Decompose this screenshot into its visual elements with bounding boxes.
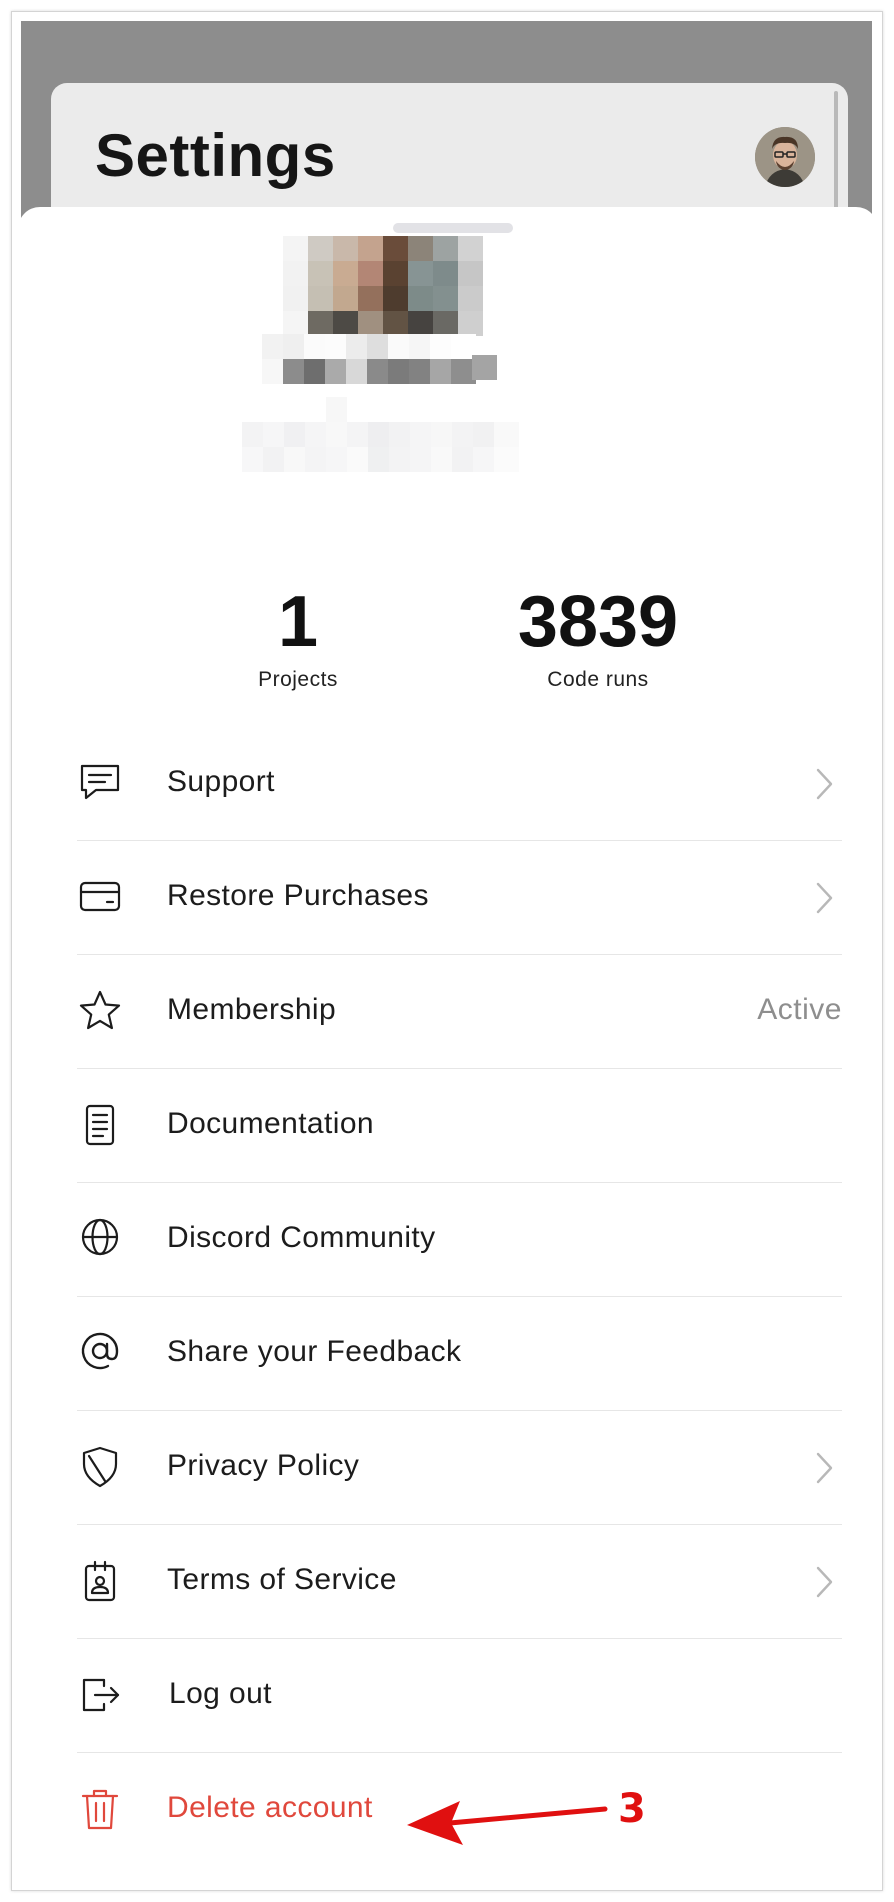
profile-name [262, 334, 476, 384]
profile-email [242, 397, 519, 472]
chevron-right-icon [810, 765, 838, 803]
shield-icon [77, 1444, 123, 1490]
code-runs-label: Code runs [547, 668, 649, 691]
profile-stats: 1 Projects 3839 Code runs [18, 582, 878, 692]
menu-item-documentation[interactable]: Documentation [77, 1069, 842, 1183]
menu-item-label: Terms of Service [167, 1563, 397, 1596]
star-icon [77, 988, 123, 1034]
chevron-right-icon [810, 1563, 838, 1601]
annotation-step-number: 3 [618, 1786, 646, 1832]
menu-item-terms-of-service[interactable]: Terms of Service [77, 1525, 842, 1639]
trash-icon [77, 1786, 123, 1832]
menu-item-label: Discord Community [167, 1221, 436, 1254]
menu-item-label: Membership [167, 993, 337, 1026]
menu-item-privacy-policy[interactable]: Privacy Policy [77, 1411, 842, 1525]
profile-name-tail [472, 355, 497, 380]
at-icon [77, 1330, 123, 1376]
menu-item-label: Restore Purchases [167, 879, 429, 912]
menu-item-label: Support [167, 765, 275, 798]
profile-sheet: 1 Projects 3839 Code runs Support Restor… [18, 207, 878, 1889]
chevron-right-icon [810, 879, 838, 917]
sheet-grabber[interactable] [393, 223, 513, 233]
menu-item-restore-purchases[interactable]: Restore Purchases [77, 841, 842, 955]
code-runs-stat: 3839 Code runs [478, 582, 718, 692]
code-runs-count: 3839 [517, 582, 679, 662]
menu-item-label: Log out [169, 1677, 272, 1710]
menu-item-share-feedback[interactable]: Share your Feedback [77, 1297, 842, 1411]
avatar[interactable] [755, 127, 815, 187]
card-icon [77, 874, 123, 920]
menu-item-support[interactable]: Support [77, 727, 842, 841]
projects-label: Projects [258, 668, 338, 691]
chat-icon [77, 760, 123, 806]
logout-icon [77, 1672, 123, 1718]
projects-count: 1 [277, 582, 319, 662]
projects-stat: 1 Projects [178, 582, 418, 692]
menu-item-label: Documentation [167, 1107, 374, 1140]
document-icon [77, 1102, 123, 1148]
menu-item-discord-community[interactable]: Discord Community [77, 1183, 842, 1297]
menu-item-log-out[interactable]: Log out [77, 1639, 842, 1753]
page-title: Settings [95, 122, 336, 189]
scroll-indicator [834, 91, 838, 211]
membership-status: Active [757, 993, 842, 1026]
user-photo-icon [755, 127, 815, 187]
menu-item-membership[interactable]: Membership Active [77, 955, 842, 1069]
chevron-right-icon [810, 1449, 838, 1487]
globe-icon [77, 1216, 123, 1262]
menu-item-label: Privacy Policy [167, 1449, 360, 1482]
menu-item-label: Share your Feedback [167, 1335, 462, 1368]
screenshot-frame: Settings 1 Projects 3839 Code runs Suppo… [11, 11, 883, 1891]
badge-icon [77, 1558, 123, 1604]
menu-item-label: Delete account [167, 1791, 373, 1824]
